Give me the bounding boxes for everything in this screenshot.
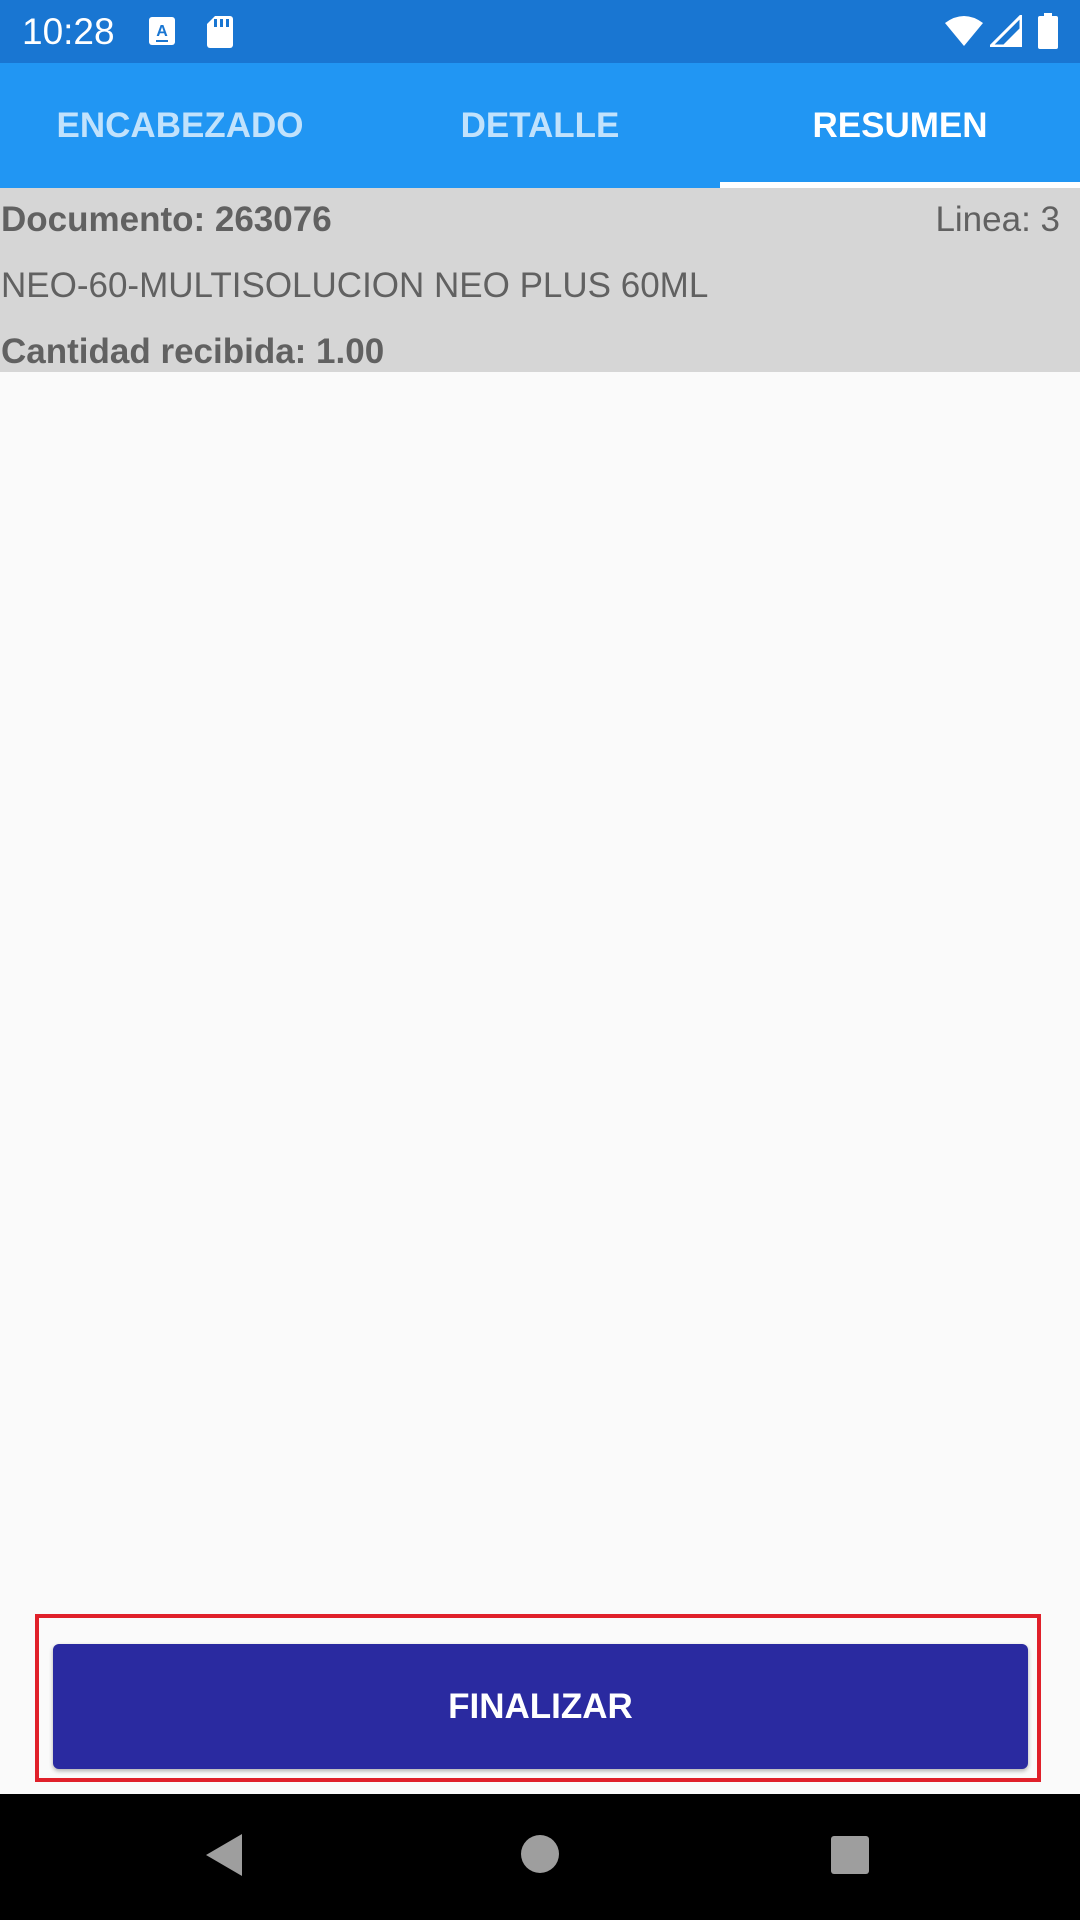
navigation-bar [0,1794,1080,1920]
tab-encabezado[interactable]: ENCABEZADO [0,63,360,188]
sd-card-icon [206,15,234,54]
document-summary: Documento: 263076 Linea: 3 NEO-60-MULTIS… [0,188,1080,372]
home-icon[interactable] [520,1834,560,1879]
signal-icon [987,12,1023,52]
keyboard-a-icon: A [148,16,176,51]
product-description: NEO-60-MULTISOLUCION NEO PLUS 60ML [1,266,709,305]
wifi-icon [944,15,984,52]
svg-text:A: A [156,23,168,40]
recents-icon[interactable] [830,1835,870,1880]
received-quantity: Cantidad recibida: 1.00 [1,332,385,371]
tab-resumen[interactable]: RESUMEN [720,63,1080,188]
tab-detalle[interactable]: DETALLE [360,63,720,188]
battery-icon [1038,13,1058,54]
document-number: Documento: 263076 [1,200,332,239]
finalize-button[interactable]: FINALIZAR [53,1644,1028,1769]
status-time: 10:28 [22,11,115,52]
back-icon[interactable] [204,1832,244,1883]
status-bar: 10:28 A [0,0,1080,63]
tab-bar: ENCABEZADO DETALLE RESUMEN [0,63,1080,188]
line-number: Linea: 3 [935,200,1060,239]
